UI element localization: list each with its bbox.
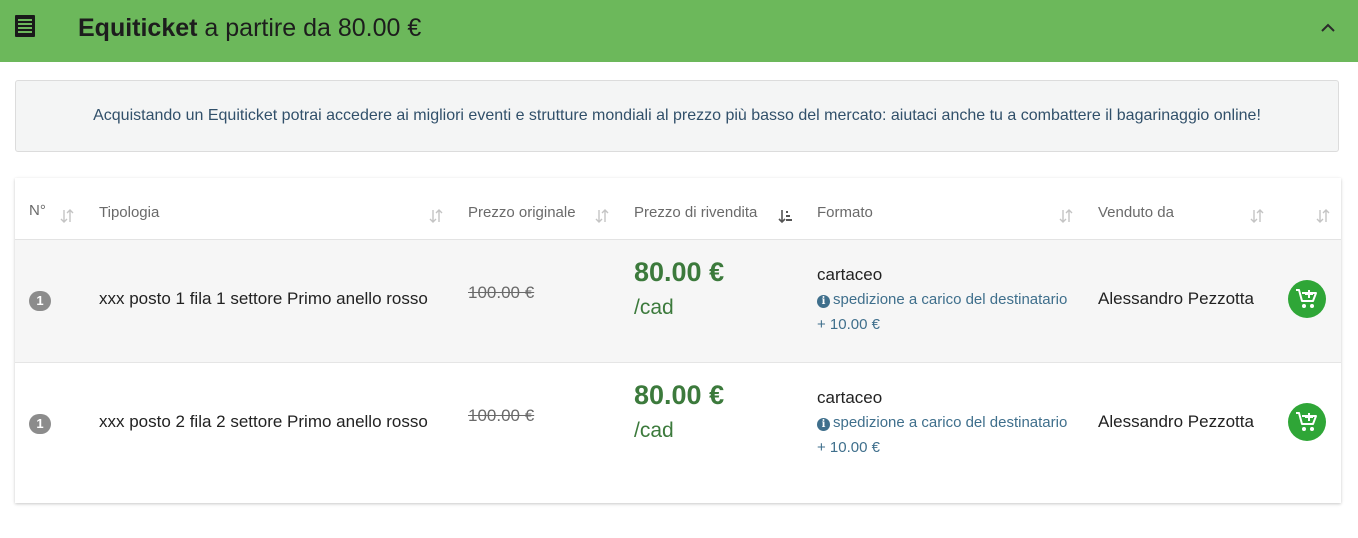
price-unit: /cad [634,419,674,442]
original-price: 100.00 € [468,283,535,302]
col-header-tipologia[interactable]: Tipologia [99,204,159,221]
shipping-text: spedizione a carico del destinatario [833,291,1068,308]
title-price: a partire da 80.00 € [197,14,422,42]
title-brand: Equiticket [78,14,198,42]
chevron-up-icon[interactable] [1318,18,1338,38]
resale-price: 80.00 € [634,380,725,410]
sort-icon[interactable] [429,208,443,224]
info-box: Acquistando un Equiticket potrai acceder… [15,80,1339,152]
shipping-text: spedizione a carico del destinatario [833,414,1068,431]
sort-icon[interactable] [60,208,74,224]
cart-plus-icon [1296,412,1317,431]
cart-plus-icon [1296,289,1317,308]
info-icon: i [817,418,830,431]
add-to-cart-button[interactable] [1288,403,1326,441]
table-header: N° Tipologia Prezzo originale Prezzo di … [15,178,1341,240]
sort-amount-icon[interactable] [778,208,792,224]
format: cartaceo [817,265,883,284]
tickets-table: N° Tipologia Prezzo originale Prezzo di … [15,178,1341,503]
table-row: 1 xxx posto 2 fila 2 settore Primo anell… [15,363,1341,485]
seller-name: Alessandro Pezzotta [1098,412,1254,431]
ticket-type: xxx posto 2 fila 2 settore Primo anello … [99,412,428,431]
original-price: 100.00 € [468,406,535,425]
add-to-cart-button[interactable] [1288,280,1326,318]
sort-icon[interactable] [595,208,609,224]
col-header-prezzo-originale[interactable]: Prezzo originale [468,204,576,221]
col-header-formato[interactable]: Formato [817,204,873,221]
page-title: Equiticket a partire da 80.00 € [78,14,421,43]
seller-name: Alessandro Pezzotta [1098,289,1254,308]
shipping-info[interactable]: i spedizione a carico del destinatario [817,291,1067,308]
quantity-badge: 1 [29,414,51,434]
shipping-info[interactable]: i spedizione a carico del destinatario [817,414,1067,431]
format: cartaceo [817,388,883,407]
col-header-prezzo-rivendita[interactable]: Prezzo di rivendita [634,204,757,221]
section-header[interactable]: Equiticket a partire da 80.00 € [0,0,1358,62]
sort-icon[interactable] [1250,208,1264,224]
col-header-number[interactable]: N° [29,202,46,219]
shipping-cost: + 10.00 € [817,316,880,333]
ticket-icon [15,15,35,37]
ticket-type: xxx posto 1 fila 1 settore Primo anello … [99,289,428,308]
sort-icon[interactable] [1316,208,1330,224]
info-text: Acquistando un Equiticket potrai acceder… [93,107,1261,124]
col-header-venduto-da[interactable]: Venduto da [1098,204,1174,221]
sort-icon[interactable] [1059,208,1073,224]
quantity-badge: 1 [29,291,51,311]
price-unit: /cad [634,296,674,319]
shipping-cost: + 10.00 € [817,439,880,456]
info-icon: i [817,295,830,308]
resale-price: 80.00 € [634,257,725,287]
table-row: 1 xxx posto 1 fila 1 settore Primo anell… [15,240,1341,363]
